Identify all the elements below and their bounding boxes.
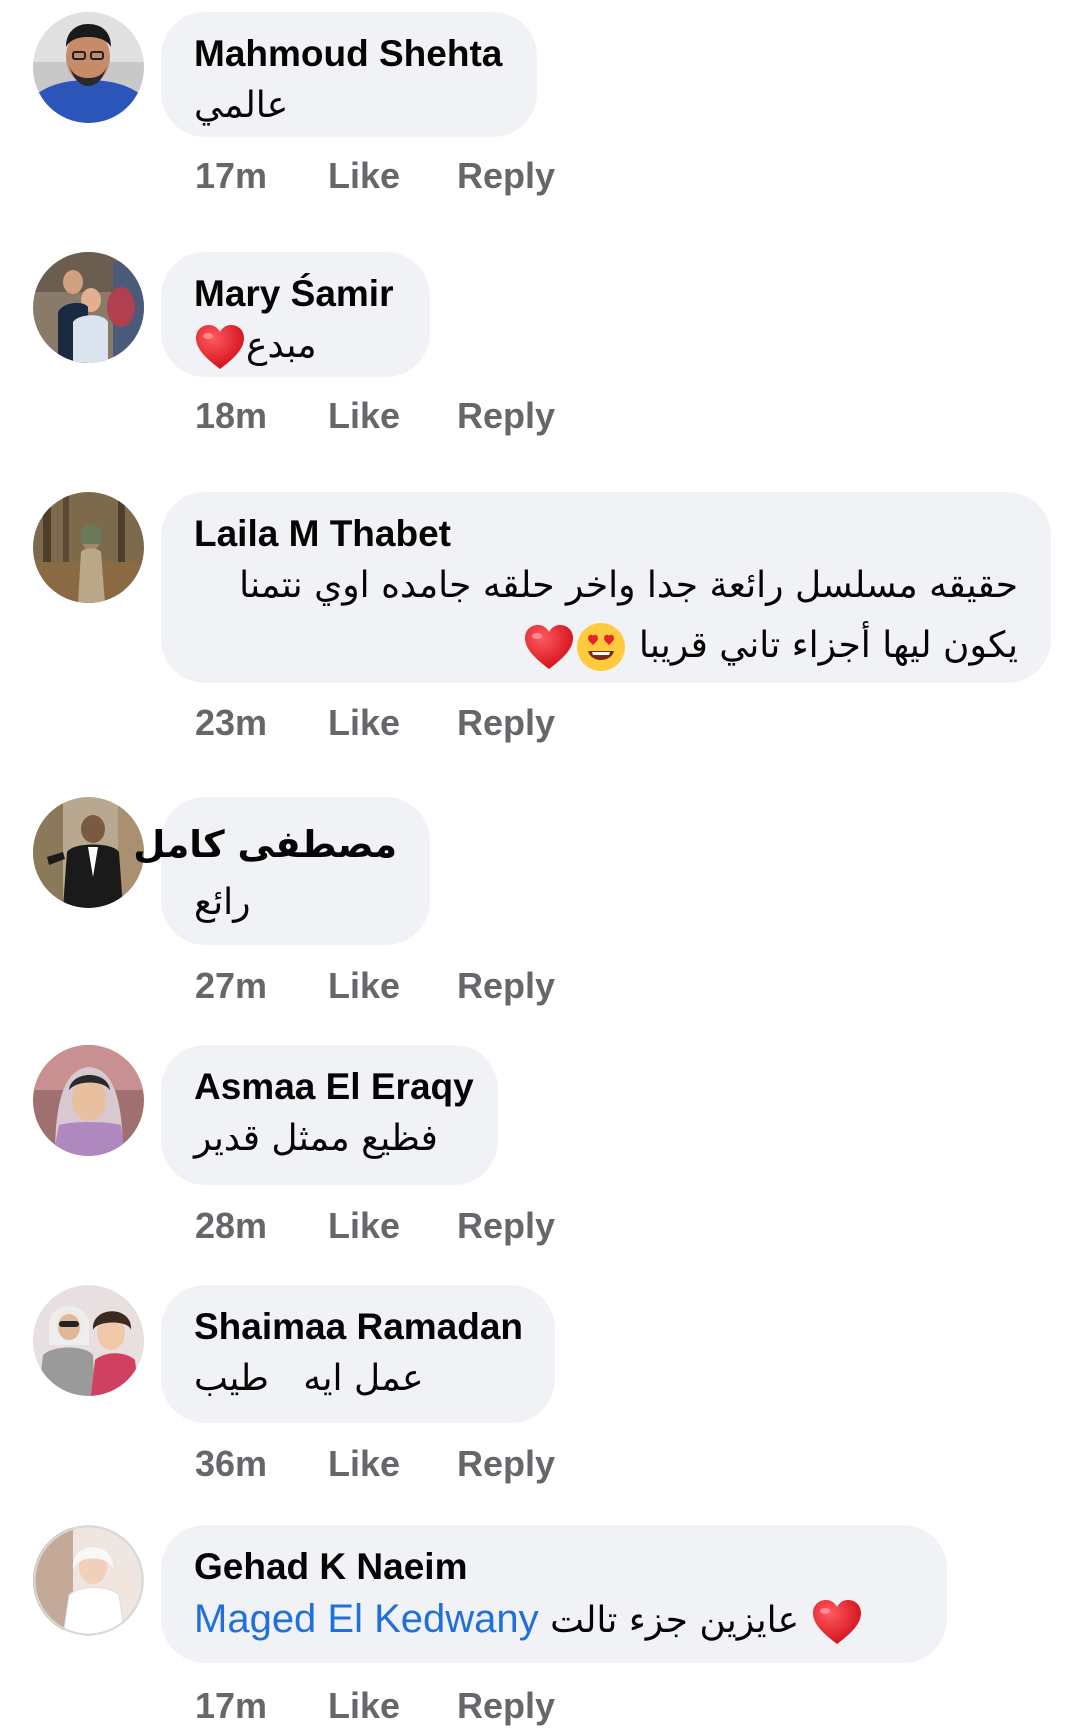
avatar-woman-forest-icon — [33, 492, 144, 603]
reply-button[interactable]: Reply — [457, 155, 555, 197]
comment-bubble[interactable]: Mary Śamir مبدع — [161, 252, 430, 377]
reply-button[interactable]: Reply — [457, 1685, 555, 1727]
avatar[interactable] — [33, 797, 144, 908]
avatar[interactable] — [33, 1525, 144, 1636]
comment-time[interactable]: 17m — [195, 155, 328, 197]
like-button[interactable]: Like — [328, 702, 457, 744]
comment-bubble[interactable]: Mahmoud Shehta عالمي — [161, 12, 537, 137]
comment-actions: 27m Like Reply — [195, 965, 555, 1007]
mention-link[interactable]: Maged El Kedwany — [194, 1597, 539, 1641]
avatar[interactable] — [33, 12, 144, 123]
comment-actions: 28m Like Reply — [195, 1205, 555, 1247]
comment-text: يكون ليها أجزاء تاني قريبا — [638, 625, 1018, 666]
comment-text: مبدع — [246, 325, 317, 366]
comment-bubble[interactable]: Asmaa El Eraqy فظيع ممثل قدير — [161, 1045, 498, 1185]
avatar-man-suit-icon — [33, 797, 144, 908]
like-button[interactable]: Like — [328, 965, 457, 1007]
comment-author[interactable]: Mary Śamir — [194, 272, 397, 316]
avatar-woman-hijab-pink-icon — [33, 1045, 144, 1156]
comment-author[interactable]: مصطفى كامل — [133, 817, 397, 873]
comment-actions: 23m Like Reply — [195, 702, 555, 744]
comment-bubble[interactable]: مصطفى كامل رائع — [133, 797, 430, 945]
heart-eyes-icon — [577, 623, 626, 671]
comment-time[interactable]: 27m — [195, 965, 328, 1007]
comment-text-row: مبدع — [194, 316, 397, 376]
comment-text-row: Maged El Kedwany عايزين جزء تالت — [194, 1589, 914, 1651]
comment-actions: 36m Like Reply — [195, 1443, 555, 1485]
comment-bubble[interactable]: Laila M Thabet حقيقه مسلسل رائعة جدا واخ… — [161, 492, 1051, 683]
like-button[interactable]: Like — [328, 1443, 457, 1485]
comment-text-row: يكون ليها أجزاء تاني قريبا — [194, 616, 1018, 676]
avatar[interactable] — [33, 1045, 144, 1156]
avatar[interactable] — [33, 1285, 144, 1396]
comment-actions: 17m Like Reply — [195, 1685, 555, 1727]
comment-author[interactable]: Shaimaa Ramadan — [194, 1305, 523, 1349]
reply-button[interactable]: Reply — [457, 702, 555, 744]
comment-author[interactable]: Laila M Thabet — [194, 512, 1018, 556]
comment-text: عايزين جزء تالت — [550, 1600, 800, 1641]
comment-time[interactable]: 36m — [195, 1443, 328, 1485]
like-button[interactable]: Like — [328, 395, 457, 437]
heart-icon — [811, 1598, 863, 1646]
avatar[interactable] — [33, 252, 144, 363]
comment-author[interactable]: Asmaa El Eraqy — [194, 1065, 474, 1109]
comment-author[interactable]: Mahmoud Shehta — [194, 32, 504, 76]
comment-text: عالمي — [194, 85, 289, 126]
heart-icon — [194, 323, 246, 371]
avatar[interactable] — [33, 492, 144, 603]
comment-bubble[interactable]: Shaimaa Ramadan عمل ايه طيب — [161, 1285, 555, 1423]
reply-button[interactable]: Reply — [457, 395, 555, 437]
comment-bubble[interactable]: Gehad K Naeim Maged El Kedwany عايزين جز… — [161, 1525, 947, 1663]
comment-actions: 17m Like Reply — [195, 155, 555, 197]
comment-actions: 18m Like Reply — [195, 395, 555, 437]
heart-icon — [523, 623, 575, 671]
avatar-two-women-icon — [33, 1285, 144, 1396]
comment-time[interactable]: 23m — [195, 702, 328, 744]
avatar-woman-white-icon — [33, 1525, 144, 1636]
comment-author[interactable]: Gehad K Naeim — [194, 1545, 914, 1589]
reply-button[interactable]: Reply — [457, 1205, 555, 1247]
avatar-group-photo-icon — [33, 252, 144, 363]
comment-text: رائع — [194, 882, 251, 923]
avatar-man-blue-shirt-icon — [33, 12, 144, 123]
reply-button[interactable]: Reply — [457, 1443, 555, 1485]
comment-text: حقيقه مسلسل رائعة جدا واخر حلقه جامده او… — [239, 565, 1018, 606]
comment-time[interactable]: 17m — [195, 1685, 328, 1727]
comment-text: فظيع ممثل قدير — [194, 1118, 438, 1159]
like-button[interactable]: Like — [328, 1205, 457, 1247]
comment-text: عمل ايه طيب — [194, 1358, 424, 1399]
comment-time[interactable]: 28m — [195, 1205, 328, 1247]
like-button[interactable]: Like — [328, 155, 457, 197]
comment-time[interactable]: 18m — [195, 395, 328, 437]
like-button[interactable]: Like — [328, 1685, 457, 1727]
reply-button[interactable]: Reply — [457, 965, 555, 1007]
